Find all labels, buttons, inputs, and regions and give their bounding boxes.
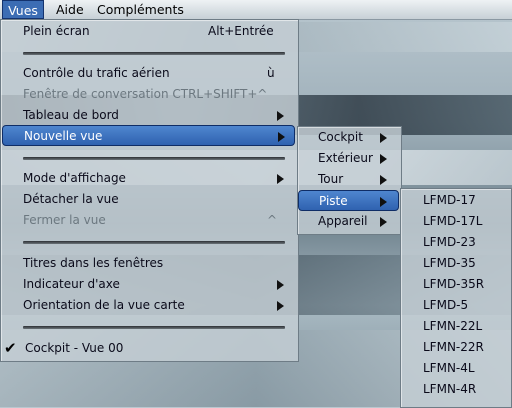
menu-separator <box>23 52 285 55</box>
submenu-arrow-icon <box>277 111 284 121</box>
submenu-item-piste[interactable]: Piste <box>298 190 399 211</box>
menu-item-label: Indicateur d'axe <box>23 277 120 291</box>
menu-item-label: Titres dans les fenêtres <box>23 256 164 270</box>
menu-separator <box>23 241 285 244</box>
menu-item-label: Nouvelle vue <box>24 129 103 143</box>
menu-item-label: LFMD-35 <box>423 256 476 270</box>
menu-item-detacher-vue[interactable]: Détacher la vue <box>1 189 296 210</box>
menu-item-label: Appareil <box>318 214 368 228</box>
piste-submenu: LFMD-17 LFMD-17L LFMD-23 LFMD-35 LFMD-35… <box>400 188 512 408</box>
menu-item-label: LFMN-22R <box>423 340 484 354</box>
submenu-item-cockpit[interactable]: Cockpit <box>298 127 399 148</box>
shortcut-label: Alt+Entrée <box>208 24 274 38</box>
runway-item-lfmd-5[interactable]: LFMD-5 <box>401 295 509 316</box>
menu-separator <box>23 326 285 329</box>
checkmark-icon: ✔ <box>4 339 17 357</box>
menu-item-label: Tableau de bord <box>23 108 119 122</box>
menu-aide[interactable]: Aide <box>53 0 87 19</box>
shortcut-label: ù <box>267 66 275 80</box>
submenu-arrow-icon <box>277 174 284 184</box>
menu-item-label: Piste <box>319 194 348 208</box>
menu-item-label: Fermer la vue <box>23 213 106 227</box>
runway-item-lfmd-35r[interactable]: LFMD-35R <box>401 274 509 295</box>
submenu-arrow-icon <box>380 197 387 207</box>
submenu-item-exterieur[interactable]: Extérieur <box>298 148 399 169</box>
menu-item-cockpit-vue-00[interactable]: ✔ Cockpit - Vue 00 <box>1 338 296 359</box>
menu-item-label: Contrôle du trafic aérien <box>23 66 170 80</box>
menu-item-indicateur-axe[interactable]: Indicateur d'axe <box>1 274 296 295</box>
menu-vues[interactable]: Vues <box>2 0 44 19</box>
menu-item-label: Orientation de la vue carte <box>23 298 185 312</box>
menu-separator <box>23 157 285 160</box>
submenu-arrow-icon <box>277 280 284 290</box>
menu-item-label: Plein écran <box>23 24 90 38</box>
runway-item-lfmn-4r[interactable]: LFMN-4R <box>401 379 509 400</box>
menu-item-nouvelle-vue[interactable]: Nouvelle vue <box>2 125 295 146</box>
menu-item-label: LFMN-22L <box>423 319 483 333</box>
runway-item-lfmn-22r[interactable]: LFMN-22R <box>401 337 509 358</box>
menu-item-tableau-de-bord[interactable]: Tableau de bord <box>1 105 296 126</box>
menu-item-label: LFMN-4L <box>423 361 475 375</box>
menu-item-mode-affichage[interactable]: Mode d'affichage <box>1 168 296 189</box>
submenu-arrow-icon <box>380 133 387 143</box>
menu-item-label: Cockpit - Vue 00 <box>25 341 124 355</box>
submenu-item-appareil[interactable]: Appareil <box>298 211 399 232</box>
submenu-item-tour[interactable]: Tour <box>298 169 399 190</box>
runway-item-lfmd-17l[interactable]: LFMD-17L <box>401 211 509 232</box>
menu-item-label: Cockpit <box>318 130 363 144</box>
menu-item-label: LFMD-5 <box>423 298 469 312</box>
runway-item-lfmn-4l[interactable]: LFMN-4L <box>401 358 509 379</box>
submenu-arrow-icon <box>380 217 387 227</box>
menu-item-label: Extérieur <box>318 151 373 165</box>
menu-item-label: LFMD-35R <box>423 277 485 291</box>
submenu-arrow-icon <box>277 301 284 311</box>
menu-item-titres-fenetres[interactable]: Titres dans les fenêtres <box>1 253 296 274</box>
submenu-arrow-icon <box>380 175 387 185</box>
shortcut-label: ^ <box>267 213 278 227</box>
menu-item-label: Mode d'affichage <box>23 171 126 185</box>
menu-bar: Vues Aide Compléments <box>0 0 512 20</box>
runway-item-lfmd-17[interactable]: LFMD-17 <box>401 190 509 211</box>
menu-item-fenetre-conversation[interactable]: Fenêtre de conversation CTRL+SHIFT+^ <box>1 84 296 105</box>
menu-complements[interactable]: Compléments <box>94 0 187 19</box>
menu-item-plein-ecran[interactable]: Plein écran Alt+Entrée <box>1 21 296 42</box>
menu-item-label: Fenêtre de conversation CTRL+SHIFT+^ <box>23 87 268 101</box>
menu-item-orientation-vue-carte[interactable]: Orientation de la vue carte <box>1 295 296 316</box>
menu-item-label: Détacher la vue <box>23 192 119 206</box>
menu-item-label: Tour <box>318 172 344 186</box>
runway-item-lfmd-23[interactable]: LFMD-23 <box>401 232 509 253</box>
menu-item-label: LFMD-23 <box>423 235 476 249</box>
menu-item-fermer-vue[interactable]: Fermer la vue ^ <box>1 210 296 231</box>
menu-item-label: LFMN-4R <box>423 382 477 396</box>
submenu-arrow-icon <box>278 132 285 142</box>
runway-item-lfmd-35[interactable]: LFMD-35 <box>401 253 509 274</box>
menu-item-label: LFMD-17L <box>423 214 483 228</box>
submenu-arrow-icon <box>380 154 387 164</box>
menu-item-label: LFMD-17 <box>423 193 476 207</box>
menu-item-controle-trafic[interactable]: Contrôle du trafic aérien ù <box>1 63 296 84</box>
vues-menu: Plein écran Alt+Entrée Contrôle du trafi… <box>0 19 299 362</box>
nouvelle-vue-submenu: Cockpit Extérieur Tour Piste Appareil <box>297 126 402 235</box>
runway-item-lfmn-22l[interactable]: LFMN-22L <box>401 316 509 337</box>
